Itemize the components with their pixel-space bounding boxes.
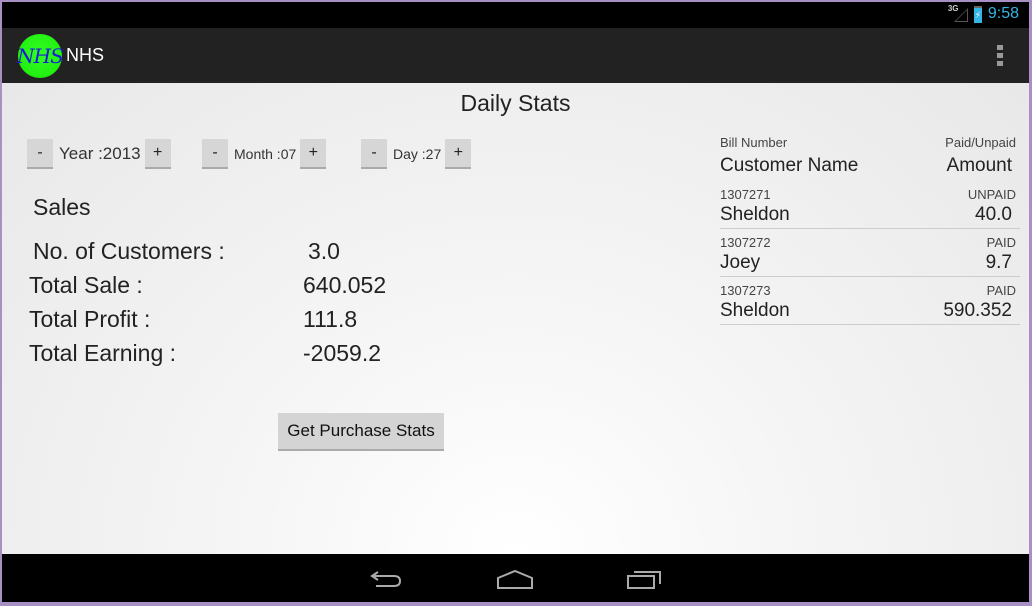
bill-customer: Sheldon: [720, 204, 790, 225]
home-icon[interactable]: [496, 568, 534, 590]
bill-number: 1307273: [720, 283, 771, 298]
month-stepper: - Month :07 +: [202, 139, 327, 169]
overflow-menu-icon[interactable]: [997, 45, 1003, 66]
bill-row[interactable]: 1307271 UNPAID Sheldon 40.0: [720, 181, 1020, 229]
month-increment-button[interactable]: +: [300, 139, 327, 169]
stat-value: -2059.2: [303, 340, 382, 366]
device-screen: 3G ⚡ 9:58 NHS NHS Daily Stats - Year :20…: [2, 2, 1029, 602]
bill-customer: Joey: [720, 252, 761, 273]
navigation-bar: [2, 554, 1029, 602]
content-area: Daily Stats - Year :2013 + - Month :07 +…: [2, 83, 1029, 554]
bill-row[interactable]: 1307273 PAID Sheldon 590.352: [720, 277, 1020, 325]
logo-text: NHS: [17, 43, 64, 68]
header-paid-unpaid: Paid/Unpaid: [945, 135, 1016, 150]
stat-value: 3.0: [308, 238, 340, 264]
year-increment-button[interactable]: +: [144, 139, 171, 169]
bill-row[interactable]: 1307272 PAID Joey 9.7: [720, 229, 1020, 277]
stat-value: 111.8: [303, 306, 358, 332]
bill-status: PAID: [986, 283, 1016, 298]
header-customer-name: Customer Name: [720, 155, 859, 176]
header-amount: Amount: [946, 155, 1012, 176]
get-purchase-stats-button[interactable]: Get Purchase Stats: [278, 413, 444, 451]
page-title: Daily Stats: [460, 90, 571, 116]
sales-heading: Sales: [33, 194, 91, 220]
bill-amount: 40.0: [975, 204, 1012, 225]
action-bar: NHS NHS: [2, 28, 1029, 83]
battery-charging-icon: ⚡: [973, 5, 982, 23]
recents-icon[interactable]: [626, 568, 662, 590]
bill-number: 1307272: [720, 235, 771, 250]
day-decrement-button[interactable]: -: [361, 139, 387, 169]
clock: 9:58: [987, 5, 1019, 22]
bill-customer: Sheldon: [720, 300, 790, 321]
bill-amount: 9.7: [985, 252, 1012, 273]
stat-label: No. of Customers :: [33, 238, 225, 264]
month-decrement-button[interactable]: -: [202, 139, 228, 169]
back-icon[interactable]: [368, 568, 404, 590]
year-label: Year :2013: [59, 144, 141, 163]
app-title: NHS: [66, 45, 105, 65]
stat-value: 640.052: [303, 272, 387, 298]
bill-status: PAID: [986, 235, 1016, 250]
stat-label: Total Earning :: [29, 340, 177, 366]
bill-number: 1307271: [720, 187, 771, 202]
bill-list-header: Bill Number Paid/Unpaid Customer Name Am…: [720, 135, 1020, 181]
bill-status: UNPAID: [967, 187, 1016, 202]
status-bar: 3G ⚡ 9:58: [2, 2, 1029, 28]
stat-label: Total Sale :: [29, 272, 143, 298]
day-increment-button[interactable]: +: [445, 139, 472, 169]
bill-list: Bill Number Paid/Unpaid Customer Name Am…: [720, 135, 1020, 325]
header-bill-number: Bill Number: [720, 135, 788, 150]
month-label: Month :07: [234, 146, 297, 162]
year-decrement-button[interactable]: -: [27, 139, 53, 169]
bill-amount: 590.352: [943, 300, 1012, 321]
day-stepper: - Day :27 +: [361, 139, 472, 169]
day-label: Day :27: [393, 146, 442, 162]
stat-label: Total Profit :: [29, 306, 151, 332]
signal-icon: 3G: [948, 4, 968, 22]
year-stepper: - Year :2013 +: [27, 139, 171, 169]
app-logo[interactable]: NHS: [17, 33, 64, 78]
